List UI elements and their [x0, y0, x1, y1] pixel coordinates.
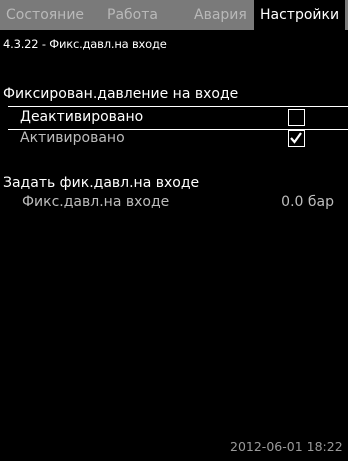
checkbox-checked-icon[interactable] — [288, 130, 305, 147]
option-label: Деактивировано — [20, 109, 144, 125]
option-deactivated[interactable]: Деактивировано — [8, 106, 348, 130]
section-title-set-inlet-pressure: Задать фик.давл.на входе — [3, 175, 200, 191]
breadcrumb: 4.3.22 - Фикс.давл.на входе — [3, 37, 167, 51]
tab-operation[interactable]: Работа — [107, 0, 158, 30]
tab-alarm[interactable]: Авария — [194, 0, 247, 30]
field-value-fixed-inlet-pressure[interactable]: 0.0 бар — [281, 194, 334, 210]
section-title-fixed-inlet-pressure: Фиксирован.давление на входе — [3, 86, 239, 102]
option-label: Активировано — [20, 130, 125, 146]
tab-settings[interactable]: Настройки — [254, 0, 346, 30]
checkbox-empty-icon[interactable] — [288, 109, 305, 126]
status-datetime: 2012-06-01 18:22 — [230, 439, 343, 454]
tab-status[interactable]: Состояние — [6, 0, 84, 30]
field-label-fixed-inlet-pressure: Фикс.давл.на входе — [22, 194, 170, 210]
tab-bar: Состояние Работа Авария Настройки — [0, 0, 348, 30]
option-activated[interactable]: Активировано — [8, 128, 340, 150]
